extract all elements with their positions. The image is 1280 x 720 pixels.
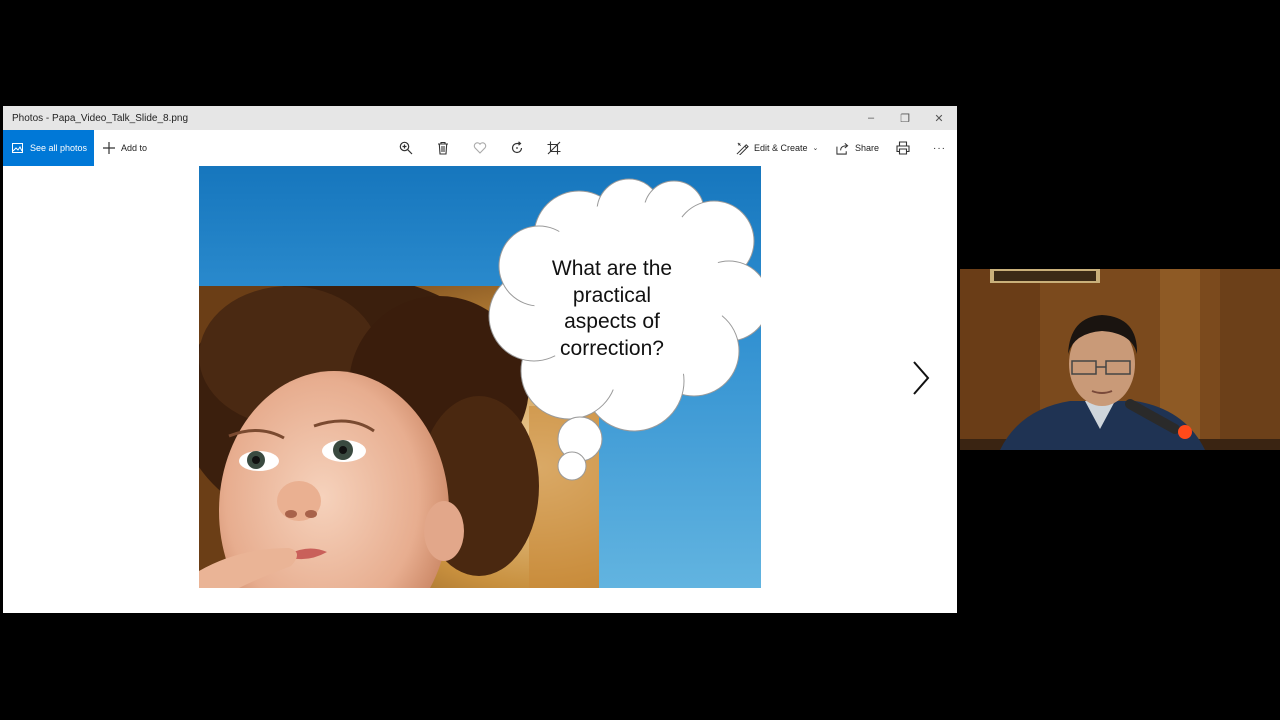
see-all-photos-label: See all photos <box>30 143 88 153</box>
share-label: Share <box>855 143 880 153</box>
photo-viewer: What are the practical aspects of correc… <box>3 166 957 613</box>
more-button[interactable]: ··· <box>933 130 946 166</box>
speaker-video <box>960 269 1280 450</box>
title-bar: Photos - Papa_Video_Talk_Slide_8.png – ❐… <box>3 106 957 130</box>
restore-button[interactable]: ❐ <box>888 106 922 130</box>
toolbar: See all photos Add to Edit & Create ⌄ Sh… <box>3 130 957 166</box>
slide-image: What are the practical aspects of correc… <box>199 166 761 588</box>
bubble-text: What are the practical aspects of correc… <box>517 256 707 362</box>
plus-icon <box>103 142 115 154</box>
close-button[interactable]: ✕ <box>922 106 956 130</box>
chevron-down-icon: ⌄ <box>812 145 819 152</box>
crop-icon[interactable] <box>547 141 561 155</box>
share-icon <box>836 142 849 155</box>
minimize-button[interactable]: – <box>854 106 888 130</box>
delete-icon[interactable] <box>436 141 450 155</box>
edit-icon <box>736 142 749 155</box>
add-to-button[interactable]: Add to <box>103 130 147 166</box>
photos-icon <box>12 143 23 153</box>
see-all-photos-button[interactable]: See all photos <box>3 130 94 166</box>
print-icon[interactable] <box>896 141 910 155</box>
edit-create-button[interactable]: Edit & Create ⌄ <box>736 130 818 166</box>
add-to-label: Add to <box>121 143 148 153</box>
next-arrow-icon[interactable] <box>909 360 931 396</box>
bubble-line: practical <box>572 283 652 307</box>
share-button[interactable]: Share <box>836 130 879 166</box>
bubble-line: correction? <box>560 336 664 360</box>
photos-window: Photos - Papa_Video_Talk_Slide_8.png – ❐… <box>3 106 957 613</box>
bubble-line: What are the <box>551 257 673 280</box>
rotate-icon[interactable] <box>510 141 524 155</box>
webcam-feed <box>960 269 1280 450</box>
window-title: Photos - Papa_Video_Talk_Slide_8.png <box>12 113 189 124</box>
edit-create-label: Edit & Create <box>754 143 808 153</box>
favorite-icon[interactable] <box>473 141 487 155</box>
bubble-line: aspects of <box>564 310 660 333</box>
zoom-icon[interactable] <box>399 141 413 155</box>
